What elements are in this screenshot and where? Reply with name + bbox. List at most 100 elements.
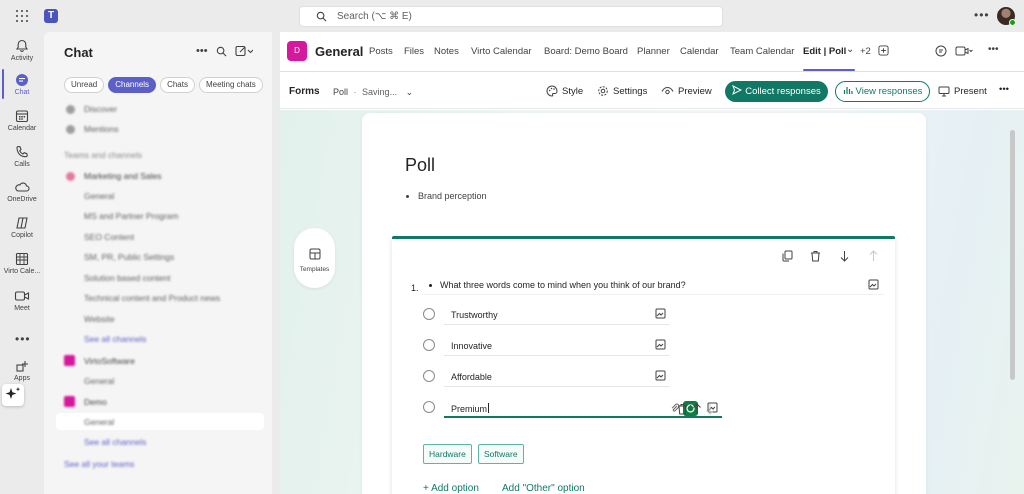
- tab-posts[interactable]: Posts: [369, 46, 393, 57]
- delete-option-icon[interactable]: [677, 403, 688, 415]
- calendar-icon: [15, 110, 29, 123]
- channel-item-selected[interactable]: General: [84, 417, 114, 427]
- channel-item[interactable]: SM, PR, Public Settings: [84, 252, 174, 262]
- insert-media-icon[interactable]: [655, 308, 666, 319]
- tab-planner[interactable]: Planner: [637, 46, 670, 57]
- discover-item[interactable]: Discover: [84, 104, 117, 114]
- bell-icon: [15, 39, 29, 52]
- view-responses-button[interactable]: View responses: [835, 81, 930, 102]
- form-title[interactable]: Poll: [405, 155, 435, 176]
- move-down-icon[interactable]: [839, 250, 850, 262]
- rail-item-virto-calendar[interactable]: Virto Cale...: [0, 252, 44, 275]
- app-launcher-icon[interactable]: [16, 10, 28, 22]
- channel-item[interactable]: Technical content and Product news: [84, 293, 220, 303]
- insert-media-icon[interactable]: [868, 279, 879, 290]
- suggestion-chip[interactable]: Hardware: [423, 444, 472, 464]
- rail-label: Meet: [14, 305, 30, 312]
- settings-button[interactable]: Settings: [597, 85, 647, 97]
- rail-item-calendar[interactable]: Calendar: [0, 109, 44, 132]
- insert-media-icon[interactable]: [655, 339, 666, 350]
- filter-chats[interactable]: Chats: [160, 77, 195, 93]
- style-button[interactable]: Style: [546, 85, 583, 97]
- templates-button[interactable]: Templates: [294, 228, 335, 288]
- option-field[interactable]: Innovative: [444, 336, 670, 356]
- rail-item-calls[interactable]: Calls: [0, 145, 44, 168]
- rail-item-apps[interactable]: Apps: [0, 359, 44, 382]
- more-horizontal-icon[interactable]: •••: [988, 44, 999, 55]
- scrollbar[interactable]: [1010, 130, 1015, 380]
- form-canvas: Templates Poll Brand perception 1. What …: [280, 110, 1024, 494]
- suggestion-chip[interactable]: Software: [478, 444, 524, 464]
- new-chat-icon[interactable]: [235, 45, 253, 57]
- channel-item[interactable]: Website: [84, 314, 115, 324]
- team-virtosoftware[interactable]: VirtoSoftware: [84, 356, 135, 366]
- move-option-up-icon[interactable]: [692, 403, 702, 415]
- rail-item-meet[interactable]: Meet: [0, 289, 44, 312]
- rail-label: Calls: [14, 161, 30, 168]
- preview-button[interactable]: Preview: [661, 85, 712, 97]
- tab-edit-poll[interactable]: Edit | Poll: [803, 46, 846, 57]
- avatar[interactable]: [997, 7, 1016, 26]
- tab-notes[interactable]: Notes: [434, 46, 459, 57]
- add-option-button[interactable]: + Add option: [423, 483, 479, 494]
- question-card[interactable]: 1. What three words come to mind when yo…: [392, 236, 895, 494]
- add-other-option-button[interactable]: Add "Other" option: [502, 483, 585, 494]
- copy-icon[interactable]: [782, 250, 793, 262]
- rail-item-onedrive[interactable]: OneDrive: [0, 180, 44, 203]
- tab-calendar[interactable]: Calendar: [680, 46, 719, 57]
- copilot-sparkle-icon[interactable]: [2, 384, 24, 406]
- form-name-menu[interactable]: Poll · Saving... ⌄: [333, 87, 413, 98]
- channel-item[interactable]: Solution based content: [84, 273, 170, 283]
- rail-label: Chat: [14, 89, 30, 96]
- delete-icon[interactable]: [810, 250, 821, 262]
- channel-item[interactable]: General: [84, 376, 114, 386]
- plus-icon: +: [423, 483, 432, 494]
- rail-label: Calendar: [7, 125, 37, 132]
- option-field[interactable]: Trustworthy: [444, 305, 670, 325]
- tab-files[interactable]: Files: [404, 46, 424, 57]
- channel-name[interactable]: General: [315, 44, 363, 59]
- chevron-down-icon[interactable]: ⌄: [846, 44, 854, 55]
- chat-panel-title: Chat: [64, 45, 93, 60]
- channel-item[interactable]: General: [84, 191, 114, 201]
- question-text: What three words come to mind when you t…: [440, 280, 686, 290]
- rail-item-chat[interactable]: Chat: [0, 73, 44, 96]
- see-all-channels-link[interactable]: See all channels: [84, 437, 146, 447]
- option-text: Trustworthy: [451, 310, 498, 320]
- filter-unread[interactable]: Unread: [64, 77, 105, 93]
- collect-responses-button[interactable]: Collect responses: [725, 81, 828, 102]
- more-horizontal-icon[interactable]: •••: [999, 84, 1009, 95]
- more-apps-icon[interactable]: •••: [15, 332, 31, 346]
- tab-virto-calendar[interactable]: Virto Calendar: [471, 46, 532, 57]
- option-text: Innovative: [451, 341, 493, 351]
- filter-meeting-chats[interactable]: Meeting chats: [198, 77, 263, 93]
- team-demo[interactable]: Demo: [84, 397, 107, 407]
- search-icon[interactable]: [216, 46, 227, 57]
- form-description[interactable]: Brand perception: [418, 191, 487, 201]
- chat-icon: [16, 74, 28, 86]
- tab-more-count[interactable]: +2: [860, 46, 871, 57]
- see-all-teams-link[interactable]: See all your teams: [64, 459, 134, 469]
- meet-video-icon[interactable]: [955, 45, 973, 57]
- rail-item-activity[interactable]: Activity: [0, 39, 44, 62]
- forms-app-label: Forms: [289, 86, 320, 97]
- conversation-icon[interactable]: [935, 45, 947, 57]
- rail-item-copilot[interactable]: Copilot: [0, 216, 44, 239]
- channel-item[interactable]: SEO Content: [84, 232, 134, 242]
- team-marketing[interactable]: Marketing and Sales: [84, 171, 162, 181]
- option-field[interactable]: Affordable: [444, 367, 670, 387]
- more-horizontal-icon[interactable]: •••: [974, 8, 990, 22]
- tab-team-calendar[interactable]: Team Calendar: [730, 46, 794, 57]
- search-input[interactable]: Search (⌥ ⌘ E): [299, 6, 723, 27]
- save-status: Saving...: [362, 87, 398, 97]
- channel-item[interactable]: MS and Partner Program: [84, 211, 178, 221]
- more-options-icon[interactable]: •••: [196, 45, 208, 57]
- insert-media-icon[interactable]: [655, 370, 666, 381]
- chat-panel-actions: •••: [196, 45, 253, 57]
- present-button[interactable]: Present: [938, 85, 987, 97]
- see-all-channels-link[interactable]: See all channels: [84, 334, 146, 344]
- mentions-item[interactable]: Mentions: [84, 124, 119, 134]
- tab-board[interactable]: Board: Demo Board: [544, 46, 628, 57]
- add-tab-icon[interactable]: [878, 45, 889, 56]
- filter-channels[interactable]: Channels: [108, 77, 157, 93]
